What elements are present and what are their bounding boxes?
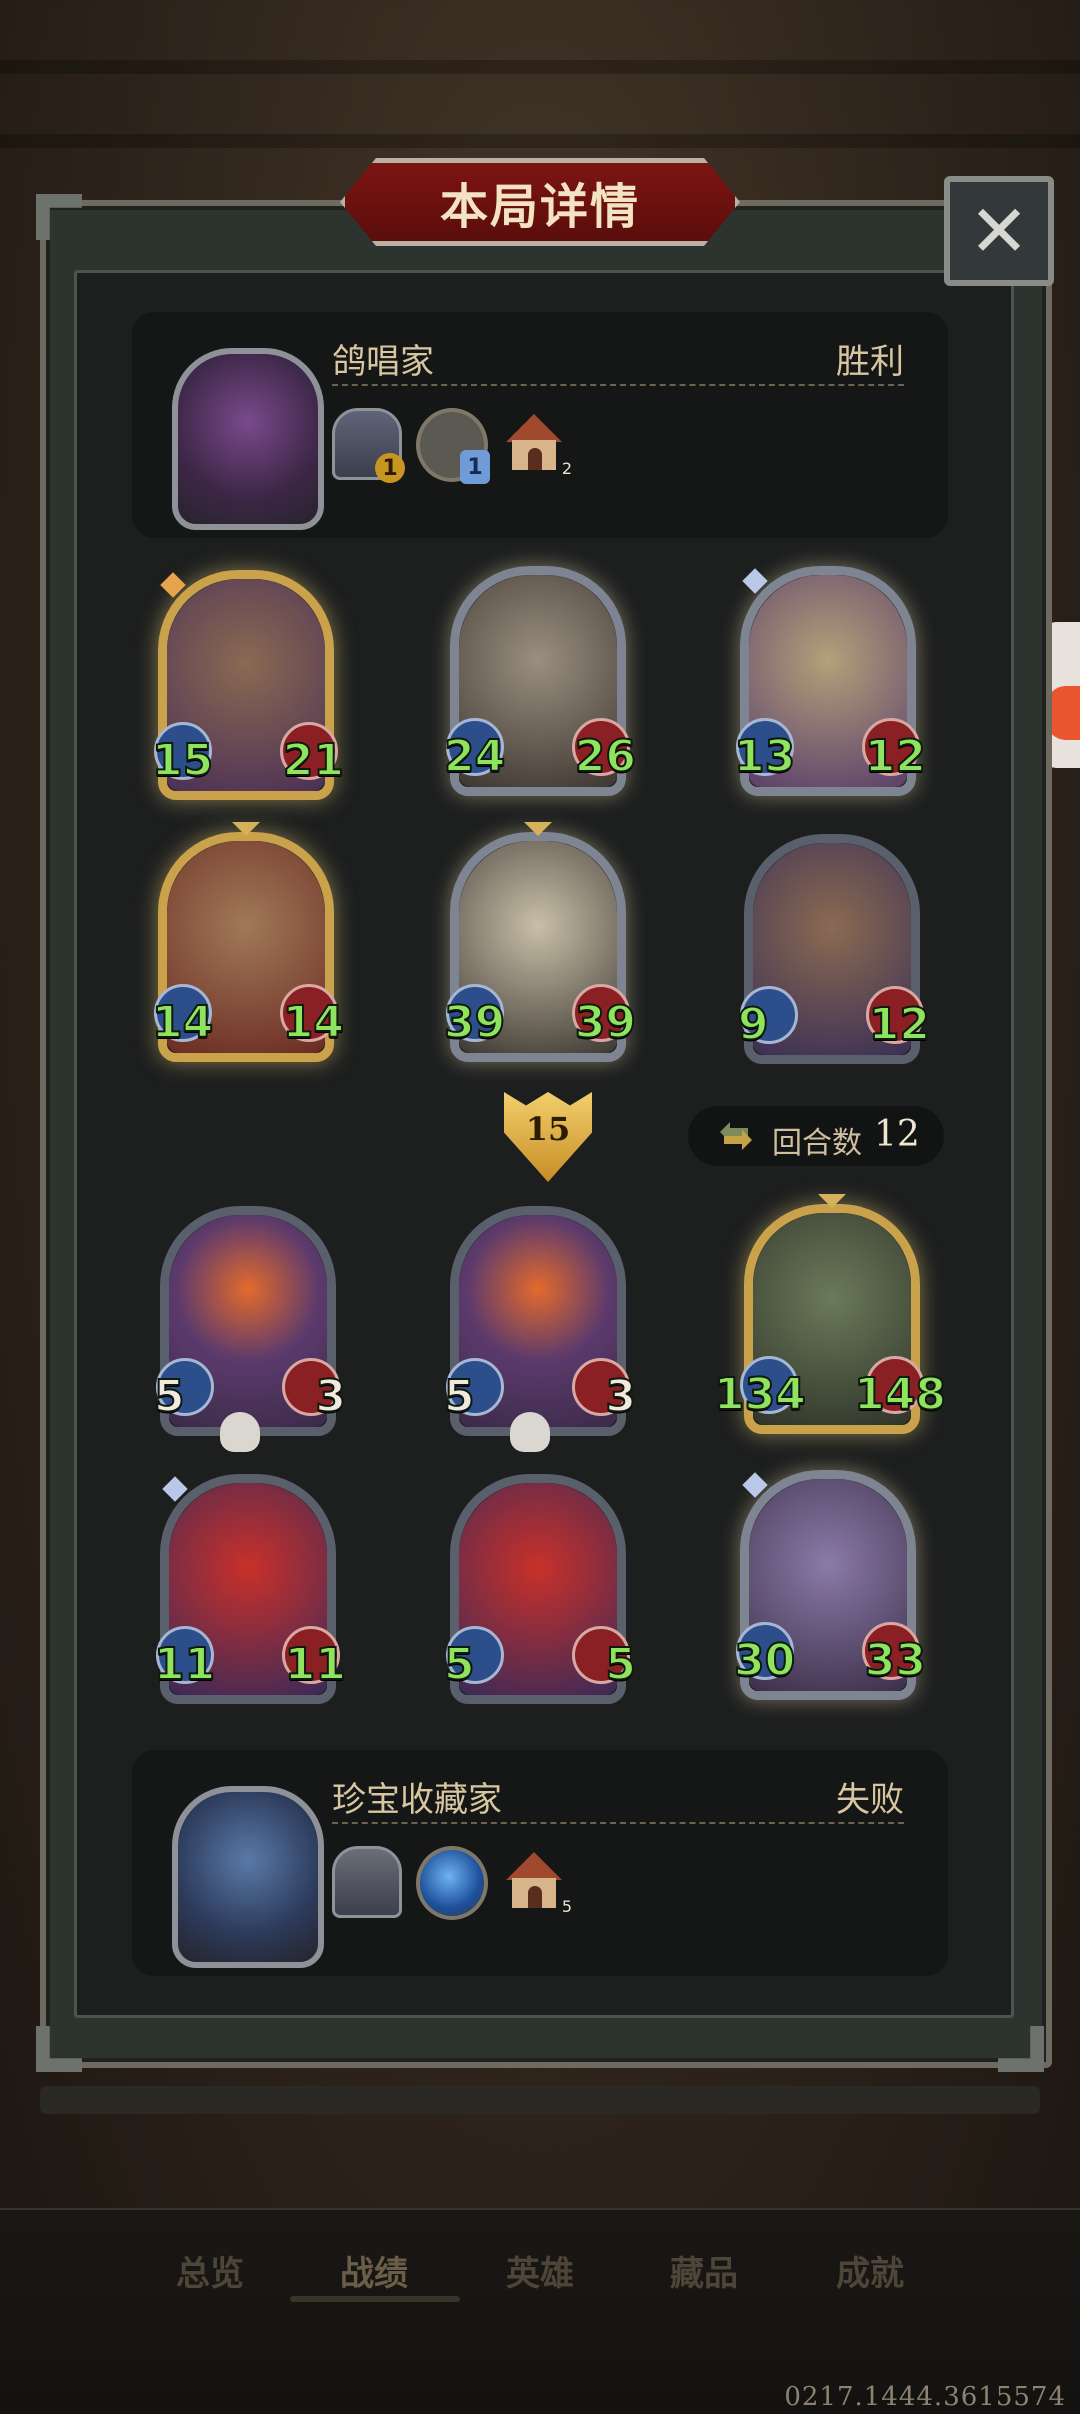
unit-card[interactable]: 5 3 bbox=[443, 1206, 637, 1452]
divider bbox=[332, 384, 904, 386]
skull-icon bbox=[220, 1412, 260, 1452]
unit-card[interactable]: 15 21 bbox=[151, 570, 345, 800]
card-attack: 5 bbox=[443, 1370, 476, 1423]
card-health: 21 bbox=[282, 734, 345, 787]
unit-card[interactable]: 5 5 bbox=[443, 1474, 637, 1704]
house-count: 2 bbox=[561, 459, 572, 478]
nav-collection[interactable]: 藏品 bbox=[644, 2246, 764, 2295]
shelf-divider bbox=[40, 2086, 1040, 2114]
card-health: 11 bbox=[284, 1638, 347, 1691]
card-attack: 9 bbox=[737, 998, 770, 1051]
round-counter: 回合数 12 bbox=[688, 1106, 944, 1166]
card-health: 148 bbox=[853, 1368, 947, 1421]
equipped-card-frame-icon[interactable]: 1 bbox=[332, 408, 405, 483]
card-attack: 14 bbox=[151, 996, 214, 1049]
card-health: 5 bbox=[604, 1638, 637, 1691]
card-attack: 5 bbox=[443, 1638, 476, 1691]
round-label: 回合数 bbox=[772, 1126, 862, 1161]
house-icon[interactable]: 5 bbox=[502, 1846, 572, 1916]
card-health: 14 bbox=[282, 996, 345, 1049]
nav-achievements[interactable]: 成就 bbox=[810, 2246, 930, 2295]
house-count: 5 bbox=[561, 1897, 572, 1916]
card-health: 3 bbox=[314, 1370, 347, 1423]
unit-card[interactable]: 24 26 bbox=[443, 566, 637, 796]
house-icon[interactable]: 2 bbox=[502, 408, 572, 478]
unit-card[interactable]: 30 33 bbox=[733, 1470, 927, 1700]
player-avatar[interactable] bbox=[172, 1786, 324, 1968]
player-name: 鸽唱家 bbox=[332, 342, 434, 382]
skull-icon bbox=[510, 1412, 550, 1452]
divider bbox=[332, 1822, 904, 1824]
swap-arrows-icon bbox=[720, 1122, 752, 1150]
close-button[interactable]: ✕ bbox=[944, 176, 1054, 286]
session-id: 0217.1444.3615574 bbox=[784, 2382, 1066, 2412]
unit-card[interactable]: 13 12 bbox=[733, 566, 927, 796]
player-panel-winner: 鸽唱家 胜利 1 1 2 bbox=[132, 312, 948, 538]
card-attack: 24 bbox=[443, 730, 506, 783]
card-health: 12 bbox=[868, 998, 931, 1051]
card-attack: 13 bbox=[733, 730, 796, 783]
card-health: 39 bbox=[574, 996, 637, 1049]
card-attack: 5 bbox=[153, 1370, 186, 1423]
unit-card[interactable]: 14 14 bbox=[151, 822, 345, 1062]
nav-records[interactable]: 战绩 bbox=[314, 2246, 434, 2295]
unit-card[interactable]: 9 12 bbox=[737, 834, 931, 1064]
level-badge: 1 bbox=[460, 450, 490, 484]
level-badge: 1 bbox=[375, 453, 405, 483]
card-health: 12 bbox=[864, 730, 927, 783]
nav-active-indicator bbox=[290, 2296, 460, 2302]
title-banner: 本局详情 bbox=[340, 158, 740, 246]
player-name: 珍宝收藏家 bbox=[332, 1780, 502, 1820]
equipped-card-frame-icon[interactable] bbox=[332, 1846, 402, 1918]
nav-overview[interactable]: 总览 bbox=[150, 2246, 270, 2295]
unit-card[interactable]: 39 39 bbox=[443, 822, 637, 1062]
card-health: 26 bbox=[574, 730, 637, 783]
card-health: 33 bbox=[864, 1634, 927, 1687]
round-value: 12 bbox=[874, 1114, 920, 1155]
unit-card[interactable]: 134 148 bbox=[713, 1194, 947, 1434]
card-attack: 15 bbox=[151, 734, 214, 787]
unit-card[interactable]: 11 11 bbox=[153, 1474, 347, 1704]
card-attack: 134 bbox=[713, 1368, 807, 1421]
nav-heroes[interactable]: 英雄 bbox=[480, 2246, 600, 2295]
equipped-board-icon[interactable]: 1 bbox=[416, 408, 490, 484]
card-attack: 39 bbox=[443, 996, 506, 1049]
match-result: 失败 bbox=[836, 1780, 904, 1820]
card-health: 3 bbox=[604, 1370, 637, 1423]
player-panel-loser: 珍宝收藏家 失败 5 bbox=[132, 1750, 948, 1976]
card-attack: 30 bbox=[733, 1634, 796, 1687]
page-title: 本局详情 bbox=[439, 179, 640, 235]
unit-card[interactable]: 5 3 bbox=[153, 1206, 347, 1452]
damage-value: 15 bbox=[525, 1110, 571, 1148]
match-result: 胜利 bbox=[836, 342, 904, 382]
player-avatar[interactable] bbox=[172, 348, 324, 530]
equipped-board-icon[interactable] bbox=[416, 1846, 488, 1920]
card-attack: 11 bbox=[153, 1638, 216, 1691]
